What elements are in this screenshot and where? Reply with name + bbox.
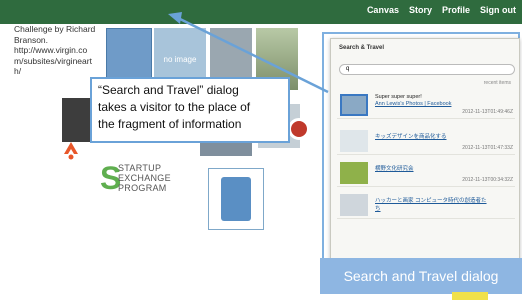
- search-input[interactable]: q: [339, 64, 515, 75]
- no-image-label: no image: [163, 55, 197, 64]
- nav-profile[interactable]: Profile: [442, 5, 470, 15]
- caption-banner: Search and Travel dialog: [320, 258, 522, 294]
- canvas-text-fragment[interactable]: Challenge by Richard Branson. http://www…: [14, 24, 110, 77]
- result-item[interactable]: 横野文化研究会 2012-11-13T00:34:32Z: [337, 159, 515, 187]
- explanation-callout: “Search and Travel” dialog takes a visit…: [90, 77, 290, 143]
- result-item[interactable]: Super super super! Ann Lewis's Photos | …: [337, 91, 515, 119]
- result-thumbnail: [340, 94, 368, 116]
- result-item[interactable]: キッズデザインを商品化する 2012-11-13T01:47:33Z: [337, 127, 515, 155]
- nav-sign-out[interactable]: Sign out: [480, 5, 516, 15]
- top-bar: Canvas Story Profile Sign out: [0, 0, 522, 24]
- nav-canvas[interactable]: Canvas: [367, 5, 399, 15]
- yellow-sticker: [452, 292, 488, 300]
- result-item[interactable]: ハッカーと画家 コンピュータ時代の創造者た ち: [337, 191, 515, 219]
- dialog-title: Search & Travel: [339, 45, 385, 51]
- orange-logo-icon: [62, 140, 80, 162]
- result-thumbnail: [340, 130, 368, 152]
- badge-tile[interactable]: [208, 168, 264, 230]
- top-nav: Canvas Story Profile Sign out: [367, 5, 516, 15]
- nav-story[interactable]: Story: [409, 5, 432, 15]
- result-thumbnail: [340, 194, 368, 216]
- red-circle-icon: [288, 118, 310, 140]
- s-logo-icon: S: [100, 160, 122, 196]
- search-travel-dialog: Search & Travel q recent items Super sup…: [330, 38, 520, 280]
- badge-icon: [221, 177, 251, 221]
- recent-items-label: recent items: [483, 80, 511, 86]
- result-thumbnail: [340, 162, 368, 184]
